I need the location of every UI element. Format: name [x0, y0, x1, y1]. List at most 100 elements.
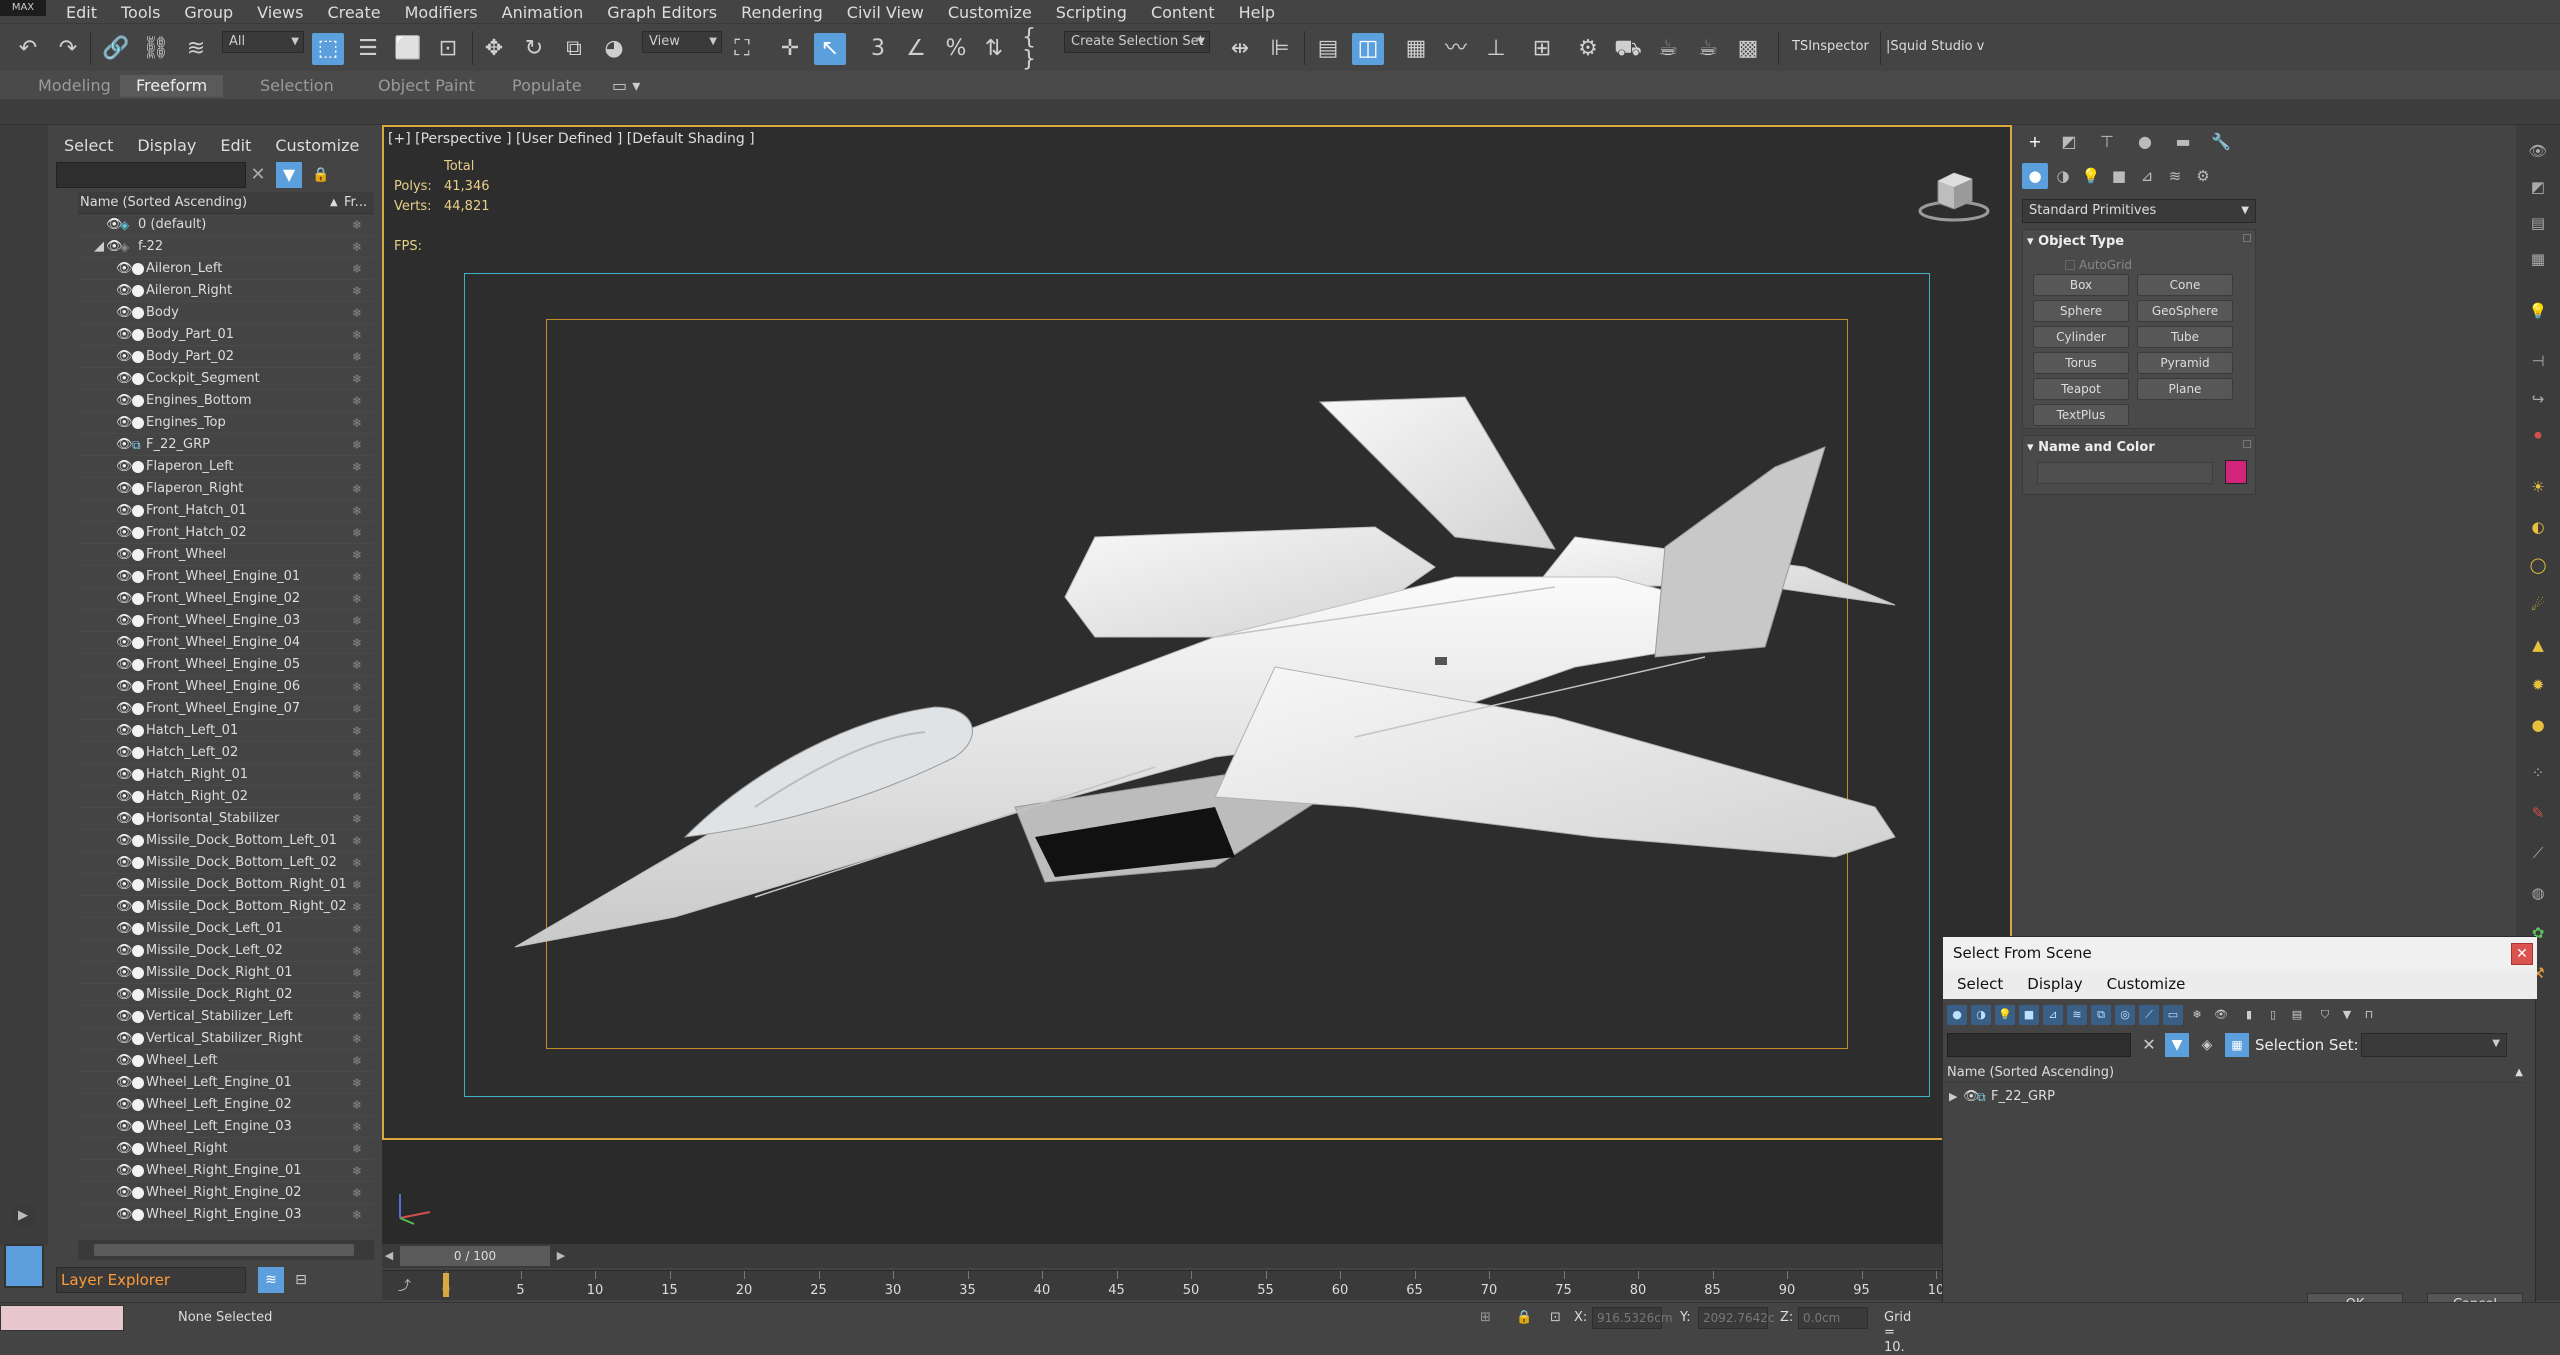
freeze-icon[interactable]: ❄ — [352, 1094, 366, 1116]
column-name-header[interactable]: Name (Sorted Ascending) — [80, 192, 247, 214]
scrollbar-thumb[interactable] — [94, 1244, 354, 1256]
cameras-category-icon[interactable]: ■ — [2106, 163, 2132, 189]
render-production-icon[interactable]: ☕ — [1652, 33, 1684, 65]
app-logo[interactable]: MAX — [0, 0, 46, 16]
current-frame-marker[interactable] — [443, 1273, 449, 1297]
object-color-swatch[interactable] — [2225, 460, 2247, 484]
freeze-icon[interactable]: ❄ — [352, 786, 366, 808]
clear-search-icon[interactable]: ✕ — [2139, 1033, 2159, 1057]
dialog-menu-customize[interactable]: Customize — [2107, 975, 2186, 993]
cone-button[interactable]: Cone — [2137, 274, 2233, 296]
move-icon[interactable]: ✥ — [478, 33, 510, 65]
lock-selection-icon[interactable]: 🔒 — [1516, 1310, 1532, 1325]
menu-views[interactable]: Views — [257, 3, 303, 22]
select-dependents-icon[interactable]: ⊓ — [2359, 1005, 2379, 1025]
table-row[interactable]: 👁 ⧉ F_22_GRP ❄ — [78, 434, 374, 456]
utilities-tab-icon[interactable]: 🔧 — [2208, 129, 2234, 155]
explorer-menu-customize[interactable]: Customize — [275, 136, 359, 155]
object-name-field[interactable] — [2037, 462, 2213, 484]
z-coordinate-field[interactable]: 0.0cm — [1798, 1307, 1868, 1329]
table-row[interactable]: 👁 Wheel_Left_Engine_01 ❄ — [78, 1072, 374, 1094]
perspective-viewport[interactable]: [+] [Perspective ] [User Defined ] [Defa… — [382, 125, 2012, 1140]
freeze-icon[interactable]: ❄ — [352, 522, 366, 544]
f22-jet-model[interactable] — [440, 337, 1920, 1107]
spinner-snap-icon[interactable]: ⇅ — [978, 33, 1010, 65]
groups-filter-icon[interactable]: ⧉ — [2091, 1005, 2111, 1025]
tsinspector-label[interactable]: TSInspector — [1792, 39, 1869, 54]
table-row[interactable]: 👁 Missile_Dock_Bottom_Left_02 ❄ — [78, 852, 374, 874]
tab-modeling[interactable]: Modeling — [22, 75, 127, 97]
layer-sort-icon[interactable]: ◈ — [2195, 1033, 2219, 1057]
plane-button[interactable]: Plane — [2137, 378, 2233, 400]
table-row[interactable]: 👁 Engines_Top ❄ — [78, 412, 374, 434]
absolute-mode-icon[interactable]: ⊡ — [1550, 1310, 1561, 1325]
ribbon-options-icon[interactable]: ▭ ▾ — [596, 75, 656, 97]
freeze-icon[interactable]: ❄ — [352, 962, 366, 984]
table-row[interactable]: 👁 Aileron_Left ❄ — [78, 258, 374, 280]
systems-category-icon[interactable]: ⚙ — [2190, 163, 2216, 189]
hidden-filter-icon[interactable]: 👁 — [2211, 1005, 2231, 1025]
teapot-button[interactable]: Teapot — [2033, 378, 2129, 400]
tab-object-paint[interactable]: Object Paint — [362, 75, 491, 97]
snap-icon[interactable]: ⊞ — [1480, 1310, 1491, 1325]
layer-icon[interactable]: ▤ — [2526, 211, 2550, 235]
keyboard-shortcut-override-icon[interactable]: ↖ — [814, 33, 846, 65]
explorer-type-dropdown[interactable]: Layer Explorer — [56, 1267, 246, 1293]
schematic-view-icon[interactable]: ⊥ — [1480, 33, 1512, 65]
cameras-filter-icon[interactable]: ■ — [2019, 1005, 2039, 1025]
freeze-icon[interactable]: ❄ — [352, 544, 366, 566]
percent-snap-icon[interactable]: % — [940, 33, 972, 65]
helpers-category-icon[interactable]: ⊿ — [2134, 163, 2160, 189]
explorer-filter-button[interactable]: ▼ — [276, 162, 302, 188]
table-row[interactable]: 👁 Hatch_Right_02 ❄ — [78, 786, 374, 808]
table-row[interactable]: 👁 Missile_Dock_Bottom_Right_02 ❄ — [78, 896, 374, 918]
toggle-scene-explorer-icon[interactable]: ▤ — [1312, 33, 1344, 65]
sort-filter-icon[interactable]: ⛉ — [2315, 1005, 2335, 1025]
freeze-icon[interactable]: ❄ — [352, 500, 366, 522]
column-frozen-header[interactable]: Fr... — [344, 192, 367, 214]
mini-curve-editor-icon[interactable]: ⤴ — [398, 1275, 411, 1294]
reference-coordinate-dropdown[interactable]: View ▼ — [642, 31, 722, 53]
table-row[interactable]: 👁 Missile_Dock_Right_02 ❄ — [78, 984, 374, 1006]
menu-rendering[interactable]: Rendering — [741, 3, 823, 22]
explorer-search-input[interactable] — [56, 162, 246, 188]
freeze-icon[interactable]: ❄ — [352, 588, 366, 610]
freeze-icon[interactable]: ❄ — [352, 324, 366, 346]
tube-button[interactable]: Tube — [2137, 326, 2233, 348]
omni-light-icon[interactable]: ☄ — [2526, 593, 2550, 617]
table-row[interactable]: 👁 Front_Wheel_Engine_01 ❄ — [78, 566, 374, 588]
name-and-color-title[interactable]: ▾ Name and Color — [2027, 440, 2155, 455]
layer-row-f22[interactable]: ◢ 👁 ◈ f-22 ❄ — [78, 236, 374, 258]
table-row[interactable]: 👁 Body ❄ — [78, 302, 374, 324]
freeze-icon[interactable]: ❄ — [352, 368, 366, 390]
table-row[interactable]: 👁 Vertical_Stabilizer_Right ❄ — [78, 1028, 374, 1050]
freeze-icon[interactable]: ❄ — [352, 390, 366, 412]
snaps-toggle-icon[interactable]: 3 — [862, 33, 894, 65]
freeze-icon[interactable]: ❄ — [352, 830, 366, 852]
spacewarps-filter-icon[interactable]: ≋ — [2067, 1005, 2087, 1025]
cloth-icon[interactable]: ◍ — [2526, 881, 2550, 905]
record-icon[interactable]: ⏺ — [2526, 423, 2550, 447]
freeze-icon[interactable]: ❄ — [352, 940, 366, 962]
sky-icon[interactable]: ◯ — [2526, 553, 2550, 577]
table-row[interactable]: 👁 Hatch_Left_01 ❄ — [78, 720, 374, 742]
table-row[interactable]: 👁 Front_Wheel_Engine_02 ❄ — [78, 588, 374, 610]
time-slider[interactable]: ◀ 0 / 100 ▶ — [382, 1244, 1942, 1268]
placement-icon[interactable]: ◕ — [598, 33, 630, 65]
close-icon[interactable]: ✕ — [2511, 943, 2533, 965]
pyramid-button[interactable]: Pyramid — [2137, 352, 2233, 374]
lights-filter-icon[interactable]: 💡 — [1995, 1005, 2015, 1025]
expand-arrow-icon[interactable]: ▶ — [12, 1205, 34, 1227]
torus-button[interactable]: Torus — [2033, 352, 2129, 374]
box-button[interactable]: Box — [2033, 274, 2129, 296]
lock-icon[interactable]: 🔒 — [310, 162, 332, 188]
material-editor-icon[interactable]: ⊞ — [1526, 33, 1558, 65]
shapes-category-icon[interactable]: ◑ — [2050, 163, 2076, 189]
dialog-column-header[interactable]: Name (Sorted Ascending) ▲ — [1945, 1063, 2525, 1083]
dialog-menu-display[interactable]: Display — [2027, 975, 2082, 993]
dialog-search-input[interactable] — [1947, 1033, 2131, 1057]
toggle-ribbon-icon[interactable]: ▦ — [1400, 33, 1432, 65]
helpers-filter-icon[interactable]: ⊿ — [2043, 1005, 2063, 1025]
table-row[interactable]: 👁 Front_Wheel_Engine_07 ❄ — [78, 698, 374, 720]
sphere-button[interactable]: Sphere — [2033, 300, 2129, 322]
